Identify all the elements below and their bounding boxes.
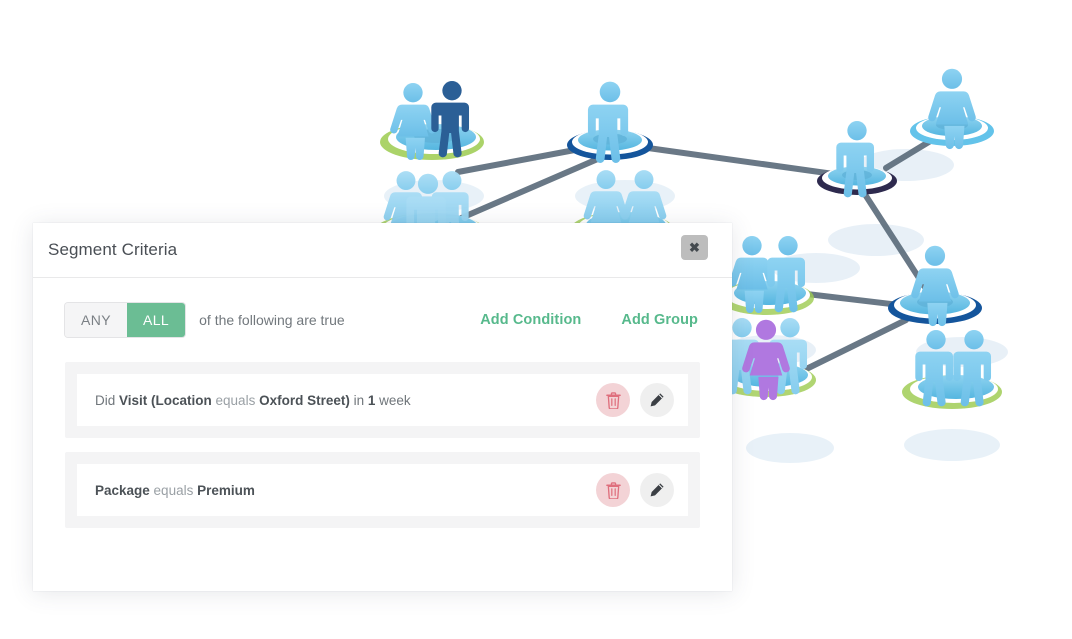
trash-icon: [605, 481, 621, 499]
panel-header: Segment Criteria ✖: [33, 223, 732, 278]
trash-icon: [605, 391, 621, 409]
network-node-7: [718, 236, 814, 315]
pencil-icon: [650, 483, 664, 497]
edit-condition-button[interactable]: [640, 383, 674, 417]
add-group-button[interactable]: Add Group: [621, 312, 698, 328]
add-condition-button[interactable]: Add Condition: [480, 312, 581, 328]
network-node-6: [910, 68, 994, 150]
condition-row[interactable]: Package equals Premium: [77, 464, 688, 516]
segment-criteria-panel: Segment Criteria ✖ ANY ALL of the follow…: [33, 223, 732, 591]
delete-condition-button[interactable]: [596, 383, 630, 417]
any-all-toggle[interactable]: ANY ALL: [65, 303, 186, 337]
condition-text: Package equals Premium: [95, 482, 255, 498]
condition-group: Did Visit (Location equals Oxford Street…: [65, 362, 700, 438]
network-node-1: [380, 81, 484, 161]
criteria-toolbar: ANY ALL of the following are true Add Co…: [33, 278, 732, 362]
network-node-9: [888, 245, 982, 327]
condition-group: Package equals Premium: [65, 452, 700, 528]
network-node-3: [567, 81, 653, 163]
condition-text: Did Visit (Location equals Oxford Street…: [95, 392, 411, 408]
toggle-option-any[interactable]: ANY: [65, 303, 127, 337]
pencil-icon: [650, 393, 664, 407]
criteria-description: of the following are true: [199, 312, 345, 328]
delete-condition-button[interactable]: [596, 473, 630, 507]
edit-condition-button[interactable]: [640, 473, 674, 507]
toggle-option-all[interactable]: ALL: [127, 303, 186, 337]
condition-row[interactable]: Did Visit (Location equals Oxford Street…: [77, 374, 688, 426]
page-canvas: Segment Criteria ✖ ANY ALL of the follow…: [0, 0, 1072, 639]
close-icon: ✖: [689, 240, 700, 255]
page-title: Segment Criteria: [48, 240, 178, 259]
close-button[interactable]: ✖: [681, 235, 708, 260]
